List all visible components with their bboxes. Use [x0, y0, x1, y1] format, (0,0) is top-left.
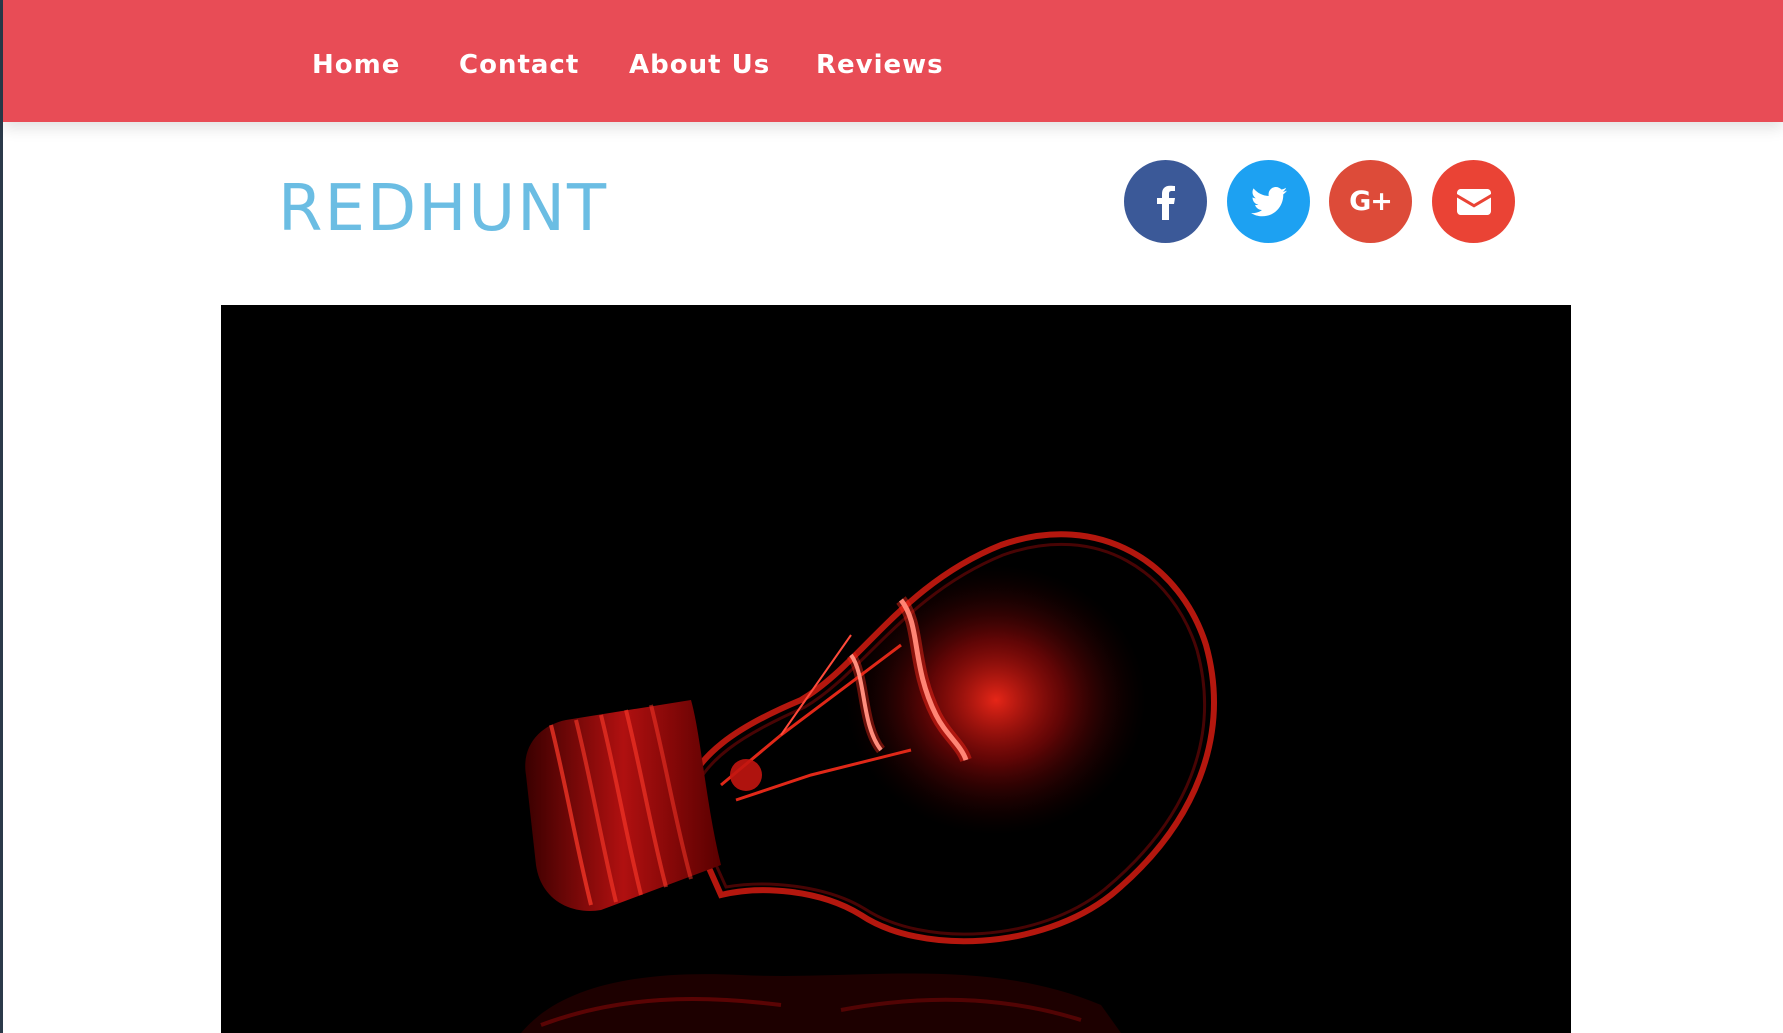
window-edge — [0, 0, 3, 1033]
nav-contact-link[interactable]: Contact — [459, 50, 579, 80]
page: Home Contact About Us Reviews REDHUNT G+ — [0, 0, 1783, 1033]
nav-about-us-link[interactable]: About Us — [629, 50, 770, 80]
envelope-icon — [1456, 188, 1491, 215]
hero-image-lightbulb — [221, 305, 1571, 1033]
google-plus-button[interactable]: G+ — [1329, 160, 1412, 243]
facebook-icon — [1155, 184, 1177, 220]
email-button[interactable] — [1432, 160, 1515, 243]
google-plus-icon: G+ — [1349, 186, 1393, 217]
facebook-button[interactable] — [1124, 160, 1207, 243]
nav-reviews-link[interactable]: Reviews — [816, 50, 944, 80]
twitter-button[interactable] — [1227, 160, 1310, 243]
top-navbar: Home Contact About Us Reviews — [3, 0, 1783, 122]
twitter-icon — [1250, 186, 1287, 217]
site-title[interactable]: REDHUNT — [278, 177, 608, 241]
nav-home-link[interactable]: Home — [312, 50, 400, 80]
